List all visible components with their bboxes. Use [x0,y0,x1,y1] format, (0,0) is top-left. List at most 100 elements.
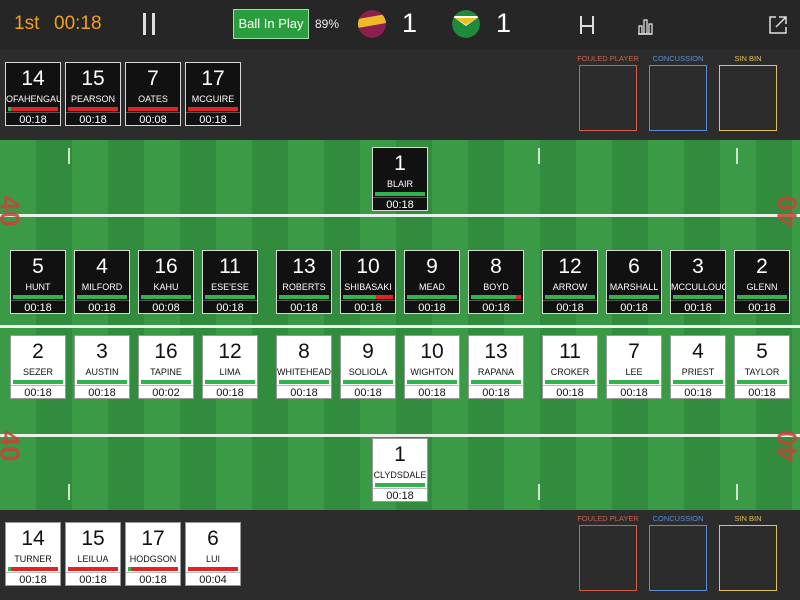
player-card[interactable]: 5 HUNT 00:18 [10,250,66,314]
fatigue-bar-segment [8,107,11,111]
concussion-drop-zone[interactable] [649,525,707,591]
player-card[interactable]: 11 ESE'ESE 00:18 [202,250,258,314]
field-tick [68,484,70,500]
sin-bin-drop-zone[interactable] [719,65,777,131]
player-card[interactable]: 17 MCGUIRE 00:18 [185,62,241,126]
player-card[interactable]: 7 LEE 00:18 [606,335,662,399]
player-card[interactable]: 16 KAHU 00:08 [138,250,194,314]
player-number: 8 [298,340,310,363]
player-card[interactable]: 8 BOYD 00:18 [468,250,524,314]
player-card[interactable]: 4 PRIEST 00:18 [670,335,726,399]
player-time: 00:18 [671,385,725,400]
player-time: 00:18 [186,112,240,127]
player-time: 00:18 [469,300,523,315]
fatigue-bar-segment [516,295,521,299]
player-card[interactable]: 14 OFAHENGAUE 00:18 [5,62,61,126]
fatigue-bar-segment [8,567,11,571]
player-number: 16 [154,340,178,363]
player-number: 3 [692,255,704,278]
player-time: 00:18 [735,300,789,315]
player-card[interactable]: 1 CLYDSDALE 00:18 [372,438,428,502]
player-card[interactable]: 17 HODGSON 00:18 [125,522,181,586]
fatigue-bar [205,380,255,384]
player-name: TURNER [14,554,52,564]
player-number: 11 [559,340,581,363]
player-card[interactable]: 9 MEAD 00:18 [404,250,460,314]
fatigue-bar [13,295,63,299]
player-time: 00:18 [543,300,597,315]
player-card[interactable]: 3 AUSTIN 00:18 [74,335,130,399]
player-card[interactable]: 15 LEILUA 00:18 [65,522,121,586]
player-name: ROBERTS [282,282,326,292]
fatigue-bar [737,380,787,384]
concussion-label: CONCUSSION [652,514,704,523]
top-bar: 1st 00:18 Ball In Play 89% 1 1 [0,0,800,50]
fouled-player-drop-zone[interactable] [579,65,637,131]
player-name: AUSTIN [85,367,119,377]
player-card[interactable]: 7 OATES 00:08 [125,62,181,126]
player-name: GLENN [746,282,778,292]
player-card[interactable]: 13 RAPANA 00:18 [468,335,524,399]
player-card[interactable]: 6 MARSHALL 00:18 [606,250,662,314]
concussion-label: CONCUSSION [652,54,704,63]
player-name: LIMA [219,367,241,377]
player-time: 00:08 [126,112,180,127]
player-name: MILFORD [81,282,123,292]
player-card[interactable]: 10 WIGHTON 00:18 [404,335,460,399]
sin-bin-label: SIN BIN [734,54,762,63]
player-name: BLAIR [386,179,413,189]
player-number: 3 [96,340,108,363]
player-name: MCCULLOUGH [671,282,725,292]
player-name: SEZER [22,367,53,377]
player-name: RAPANA [477,367,515,377]
player-card[interactable]: 8 WHITEHEAD 00:18 [276,335,332,399]
player-card[interactable]: 13 ROBERTS 00:18 [276,250,332,314]
player-card[interactable]: 2 SEZER 00:18 [10,335,66,399]
fatigue-bar [471,380,521,384]
player-number: 5 [32,255,44,278]
fatigue-bar [609,295,659,299]
player-time: 00:18 [66,572,120,587]
player-card[interactable]: 10 SHIBASAKI 00:18 [340,250,396,314]
player-name: CROKER [550,367,590,377]
exit-icon[interactable] [768,15,788,40]
sin-bin-drop-zone[interactable] [719,525,777,591]
pause-button[interactable] [140,13,158,35]
player-name: MEAD [418,282,445,292]
fatigue-bar [188,107,238,111]
player-number: 2 [32,340,44,363]
ball-in-play-button[interactable]: Ball In Play [233,9,309,39]
field-tick [538,148,540,164]
player-card[interactable]: 11 CROKER 00:18 [542,335,598,399]
player-card[interactable]: 15 PEARSON 00:18 [65,62,121,126]
player-card[interactable]: 1 BLAIR 00:18 [372,147,428,211]
player-number: 2 [756,255,768,278]
player-card[interactable]: 5 TAYLOR 00:18 [734,335,790,399]
player-number: 4 [692,340,704,363]
player-time: 00:18 [6,112,60,127]
player-card[interactable]: 6 LUI 00:04 [185,522,241,586]
player-card[interactable]: 9 SOLIOLA 00:18 [340,335,396,399]
stats-icon[interactable] [636,15,654,40]
player-card[interactable]: 2 GLENN 00:18 [734,250,790,314]
player-card[interactable]: 4 MILFORD 00:18 [74,250,130,314]
fouled-player-label: FOULED PLAYER [577,514,639,523]
player-name: WIGHTON [410,367,454,377]
field-tick [538,484,540,500]
player-card[interactable]: 12 ARROW 00:18 [542,250,598,314]
player-card[interactable]: 12 LIMA 00:18 [202,335,258,399]
fatigue-bar [188,567,238,571]
fatigue-bar [128,107,178,111]
player-card[interactable]: 3 MCCULLOUGH 00:18 [670,250,726,314]
player-card[interactable]: 16 TAPINE 00:02 [138,335,194,399]
goalposts-icon[interactable] [578,15,596,40]
player-number: 15 [81,527,105,550]
player-number: 14 [21,527,45,550]
player-time: 00:18 [373,197,427,212]
fouled-player-drop-zone[interactable] [579,525,637,591]
player-card[interactable]: 14 TURNER 00:18 [5,522,61,586]
concussion-drop-zone[interactable] [649,65,707,131]
player-time: 00:18 [75,385,129,400]
fatigue-bar [471,295,521,299]
player-time: 00:18 [735,385,789,400]
